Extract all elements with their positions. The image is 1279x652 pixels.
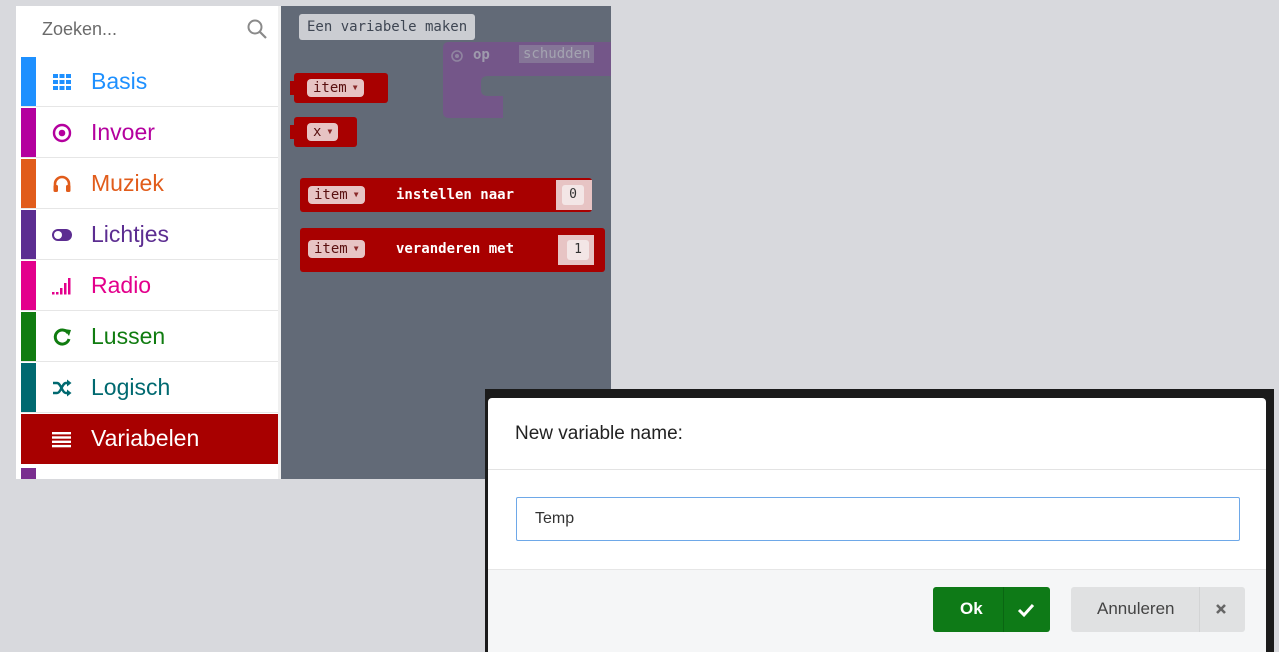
category-radio[interactable]: Radio [21,261,278,311]
cancel-button[interactable]: Annuleren [1071,587,1245,632]
category-label: Lichtjes [91,221,169,247]
set-variable-block[interactable]: item ▼ instellen naar 0 [300,178,592,212]
cancel-button-label: Annuleren [1097,599,1175,618]
variable-dropdown[interactable]: x ▼ [307,123,339,141]
change-block-label: veranderen met [396,241,515,257]
category-lichtjes[interactable]: Lichtjes [21,210,278,260]
category-lussen[interactable]: Lussen [21,312,278,362]
change-variable-block[interactable]: item ▼ veranderen met 1 [300,228,605,272]
category-label: Invoer [91,119,155,145]
variable-name: item [314,241,348,257]
block-connector [290,81,296,95]
category-label: Lussen [91,323,166,349]
category-basis[interactable]: Basis [21,57,278,107]
close-icon [1216,604,1226,614]
variable-dropdown[interactable]: item ▼ [308,240,365,258]
dialog-title: New variable name: [515,423,683,444]
category-stripe [21,108,36,157]
value-input[interactable]: 0 [562,185,584,205]
refresh-icon [53,328,71,346]
dialog-divider [488,469,1266,470]
variable-name-input[interactable] [516,497,1240,541]
toggle-icon [52,229,72,241]
dropdown-arrow-icon: ▼ [352,83,358,92]
new-variable-dialog: New variable name: Ok Annuleren [488,398,1266,652]
category-stripe [21,210,36,259]
category-stripe [21,261,36,310]
toolbox-search[interactable]: Zoeken... [21,6,274,56]
signal-bars-icon [52,278,71,295]
button-separator [1003,587,1004,632]
search-input[interactable]: Zoeken... [42,19,117,40]
toolbox: Zoeken... Basis Invoer Muziek Lichtjes R… [16,6,281,479]
ghost-event-block: op schudden [443,42,611,118]
ghost-block-label: op [473,47,490,63]
button-separator [1199,587,1200,632]
category-variabelen[interactable]: Variabelen [21,414,278,464]
variable-block-item[interactable]: item ▼ [290,73,388,103]
dropdown-arrow-icon: ▼ [327,127,333,136]
variable-block-x[interactable]: x ▼ [290,117,357,147]
category-label: Radio [91,272,152,298]
value-input[interactable]: 1 [567,240,589,260]
block-connector [290,125,296,139]
category-label: Muziek [91,170,164,196]
category-invoer[interactable]: Invoer [21,108,278,158]
dropdown-arrow-icon: ▼ [353,244,359,253]
category-stripe [21,312,36,361]
ok-button[interactable]: Ok [933,587,1050,632]
variable-name: item [313,80,347,96]
category-stripe [21,57,36,106]
category-label: Logisch [91,374,171,400]
category-label: Variabelen [91,425,200,451]
category-stripe [21,363,36,412]
category-label: Basis [91,68,148,94]
variable-name: item [314,187,348,203]
dialog-footer: Ok Annuleren [488,569,1266,652]
category-muziek[interactable]: Muziek [21,159,278,209]
variable-dropdown[interactable]: item ▼ [308,186,365,204]
ghost-block-field: schudden [519,45,595,63]
grid-icon [53,74,71,90]
variable-name: x [313,124,322,140]
ok-button-label: Ok [960,599,983,618]
headphones-icon [53,175,71,192]
shuffle-icon [53,379,72,397]
target-icon [52,123,72,143]
dropdown-arrow-icon: ▼ [353,190,359,199]
set-block-label: instellen naar [396,187,515,203]
checkmark-icon [1017,603,1035,618]
category-stripe [21,159,36,208]
category-logisch[interactable]: Logisch [21,363,278,413]
list-icon [52,432,71,448]
variable-dropdown[interactable]: item ▼ [307,79,364,97]
search-icon[interactable] [246,18,268,40]
category-stripe-partial [21,468,36,479]
make-variable-button[interactable]: Een variabele maken [299,14,476,40]
